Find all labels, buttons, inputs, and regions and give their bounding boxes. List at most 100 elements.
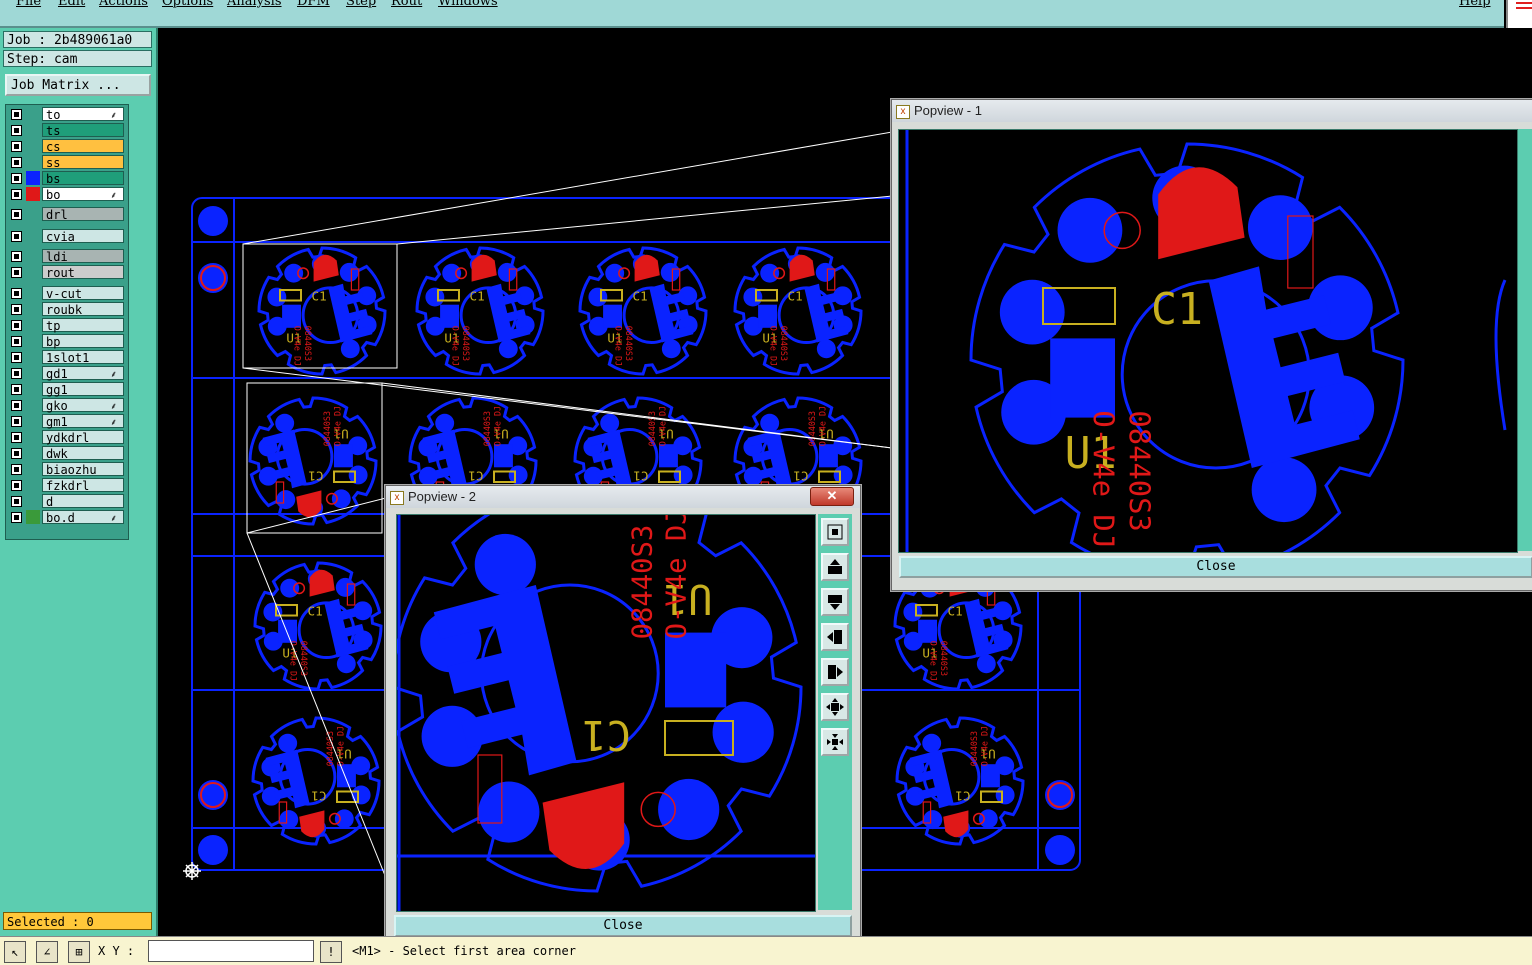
layer-name[interactable]: bp	[42, 334, 124, 349]
layer-name[interactable]: ss	[42, 155, 124, 170]
layer-row-gm1[interactable]: gm1 ⸙	[6, 414, 128, 430]
layer-checkbox[interactable]	[11, 496, 22, 507]
layer-name[interactable]: ydkdrl	[42, 430, 124, 445]
layer-checkbox[interactable]	[11, 368, 22, 379]
layer-name[interactable]: biaozhu	[42, 462, 124, 477]
layer-row-rout[interactable]: rout	[6, 265, 128, 281]
layer-row-gd1[interactable]: gd1 ⸙	[6, 366, 128, 382]
layer-name[interactable]: bs	[42, 171, 124, 186]
layer-name[interactable]: fzkdrl	[42, 478, 124, 493]
layer-row-ydkdrl[interactable]: ydkdrl	[6, 430, 128, 446]
layer-row-ts[interactable]: ts	[6, 123, 128, 139]
layer-checkbox[interactable]	[11, 231, 22, 242]
layer-name[interactable]: bo.d ⸙	[42, 510, 124, 525]
layer-row-gg1[interactable]: gg1	[6, 382, 128, 398]
layer-checkbox[interactable]	[11, 416, 22, 427]
layer-checkbox[interactable]	[11, 464, 22, 475]
layer-checkbox[interactable]	[11, 512, 22, 523]
layer-row-fzkdrl[interactable]: fzkdrl	[6, 478, 128, 494]
menu-dfm[interactable]: DFM	[297, 0, 330, 9]
menu-windows[interactable]: Windows	[438, 0, 498, 9]
layer-checkbox[interactable]	[11, 304, 22, 315]
layer-row-dwk[interactable]: dwk	[6, 446, 128, 462]
xy-input[interactable]	[148, 940, 314, 962]
grid-icon[interactable]: ⊞	[68, 941, 90, 963]
layer-checkbox[interactable]	[11, 480, 22, 491]
menu-options[interactable]: Options	[162, 0, 213, 9]
layer-row-gko[interactable]: gko ⸙	[6, 398, 128, 414]
layer-row-1slot1[interactable]: 1slot1	[6, 350, 128, 366]
layer-checkbox[interactable]	[11, 209, 22, 220]
layer-checkbox[interactable]	[11, 125, 22, 136]
layer-name[interactable]: gm1 ⸙	[42, 414, 124, 429]
pan-up-icon[interactable]	[821, 553, 849, 581]
layer-row-bo.d[interactable]: bo.d ⸙	[6, 510, 128, 526]
layer-checkbox[interactable]	[11, 336, 22, 347]
layer-row-d[interactable]: d	[6, 494, 128, 510]
popview-2-close-button[interactable]: Close	[394, 915, 852, 937]
layer-checkbox[interactable]	[11, 320, 22, 331]
layer-checkbox[interactable]	[11, 251, 22, 262]
menu-actions[interactable]: Actions	[99, 0, 148, 9]
menu-step[interactable]: Step	[346, 0, 376, 9]
layer-name[interactable]: to ⸙	[42, 107, 124, 122]
layer-checkbox[interactable]	[11, 173, 22, 184]
layer-row-cs[interactable]: cs	[6, 139, 128, 155]
layer-name[interactable]: dwk	[42, 446, 124, 461]
layer-name[interactable]: gko ⸙	[42, 398, 124, 413]
menu-help[interactable]: Help	[1459, 0, 1491, 9]
pan-left-icon[interactable]	[821, 623, 849, 651]
layer-name[interactable]: cs	[42, 139, 124, 154]
layer-checkbox[interactable]	[11, 267, 22, 278]
job-matrix-button[interactable]: Job Matrix ...	[5, 74, 151, 96]
layer-row-roubk[interactable]: roubk	[6, 302, 128, 318]
layer-checkbox[interactable]	[11, 141, 22, 152]
layer-checkbox[interactable]	[11, 352, 22, 363]
layer-checkbox[interactable]	[11, 448, 22, 459]
layer-checkbox[interactable]	[11, 432, 22, 443]
layer-name[interactable]: 1slot1	[42, 350, 124, 365]
pan-down-icon[interactable]	[821, 588, 849, 616]
layer-row-bo[interactable]: bo ⸙	[6, 187, 128, 203]
layer-row-biaozhu[interactable]: biaozhu	[6, 462, 128, 478]
layer-name[interactable]: cvia	[42, 229, 124, 244]
layer-checkbox[interactable]	[11, 384, 22, 395]
layer-name[interactable]: ts	[42, 123, 124, 138]
layer-checkbox[interactable]	[11, 189, 22, 200]
popview-1-title[interactable]: x Popview - 1	[892, 100, 1532, 122]
menu-edit[interactable]: Edit	[58, 0, 85, 9]
layer-name[interactable]: gd1 ⸙	[42, 366, 124, 381]
menu-analysis[interactable]: Analysis	[227, 0, 282, 9]
layer-checkbox[interactable]	[11, 288, 22, 299]
layer-row-ss[interactable]: ss	[6, 155, 128, 171]
layer-name[interactable]: drl	[42, 207, 124, 222]
menu-file[interactable]: File	[16, 0, 41, 9]
popview-1-close-button[interactable]: Close	[899, 556, 1532, 578]
zoom-out-icon[interactable]	[821, 728, 849, 756]
menu-rout[interactable]: Rout	[391, 0, 422, 9]
layer-row-to[interactable]: to ⸙	[6, 107, 128, 123]
layer-name[interactable]: gg1	[42, 382, 124, 397]
zoom-box-icon[interactable]: ↖	[4, 941, 26, 963]
layer-checkbox[interactable]	[11, 400, 22, 411]
layer-name[interactable]: roubk	[42, 302, 124, 317]
layer-name[interactable]: tp	[42, 318, 124, 333]
layer-checkbox[interactable]	[11, 109, 22, 120]
popview-2-view[interactable]: C1 U1 08440S3 O-V4e DJ	[396, 514, 816, 912]
layer-row-cvia[interactable]: cvia	[6, 229, 128, 245]
close-icon[interactable]: ✕	[810, 487, 854, 506]
layer-name[interactable]: ldi	[42, 249, 124, 264]
layer-row-ldi[interactable]: ldi	[6, 249, 128, 265]
layer-row-drl[interactable]: drl	[6, 207, 128, 223]
layer-name[interactable]: v-cut	[42, 286, 124, 301]
popview-2-title[interactable]: x Popview - 2	[386, 486, 860, 508]
layer-row-bp[interactable]: bp	[6, 334, 128, 350]
layer-row-bs[interactable]: bs	[6, 171, 128, 187]
layer-name[interactable]: rout	[42, 265, 124, 280]
layer-name[interactable]: bo ⸙	[42, 187, 124, 202]
layer-checkbox[interactable]	[11, 157, 22, 168]
zoom-in-icon[interactable]	[821, 693, 849, 721]
layer-row-v-cut[interactable]: v-cut	[6, 286, 128, 302]
fit-view-icon[interactable]	[821, 518, 849, 546]
pan-right-icon[interactable]	[821, 658, 849, 686]
